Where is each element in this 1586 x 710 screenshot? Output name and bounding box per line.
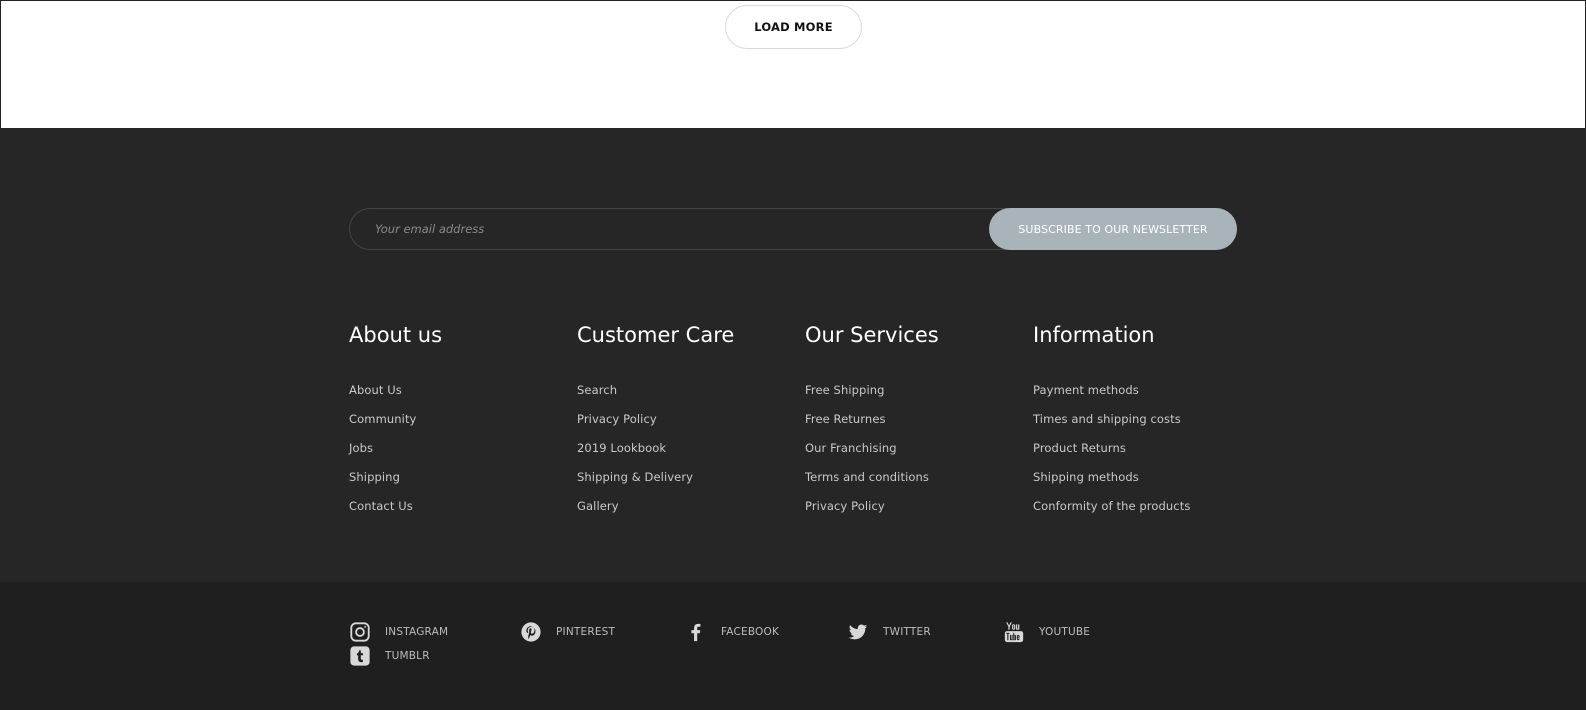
social-link-tumblr[interactable]: TUMBLR <box>349 644 430 668</box>
list-item: Shipping <box>349 468 569 497</box>
social-label: PINTEREST <box>556 626 616 638</box>
social-link-youtube[interactable]: YOUTUBE <box>1003 620 1090 644</box>
list-item: Terms and conditions <box>805 468 1025 497</box>
footer: SUBSCRIBE TO OUR NEWSLETTER About us Abo… <box>0 128 1586 582</box>
footer-link-privacy-policy-2[interactable]: Privacy Policy <box>805 499 885 513</box>
social-link-pinterest[interactable]: PINTEREST <box>520 620 615 644</box>
social-label: YOUTUBE <box>1039 626 1091 638</box>
facebook-icon <box>685 621 707 643</box>
footer-link-search[interactable]: Search <box>577 383 617 397</box>
list-item: Payment methods <box>1033 381 1253 410</box>
footer-link-jobs[interactable]: Jobs <box>349 441 373 455</box>
list-item: About Us <box>349 381 569 410</box>
youtube-icon <box>1003 621 1025 643</box>
load-more-button[interactable]: LOAD MORE <box>725 5 862 49</box>
footer-link-free-returns[interactable]: Free Returnes <box>805 412 886 426</box>
list-item: Contact Us <box>349 497 569 526</box>
email-input[interactable] <box>350 209 990 249</box>
list-item: Privacy Policy <box>577 410 797 439</box>
link-list: Free Shipping Free Returnes Our Franchis… <box>805 381 1025 526</box>
footer-link-free-shipping[interactable]: Free Shipping <box>805 383 885 397</box>
footer-link-product-returns[interactable]: Product Returns <box>1033 441 1126 455</box>
footer-column-customer-care: Customer Care Search Privacy Policy 2019… <box>577 319 797 526</box>
list-item: Our Franchising <box>805 439 1025 468</box>
column-title: Information <box>1033 323 1155 347</box>
footer-link-shipping-delivery[interactable]: Shipping & Delivery <box>577 470 693 484</box>
list-item: Jobs <box>349 439 569 468</box>
list-item: Privacy Policy <box>805 497 1025 526</box>
footer-column-about: About us About Us Community Jobs Shippin… <box>349 319 569 526</box>
link-list: Search Privacy Policy 2019 Lookbook Ship… <box>577 381 797 526</box>
content-area: LOAD MORE <box>0 0 1586 128</box>
social-label: TWITTER <box>883 626 931 638</box>
instagram-icon <box>349 621 371 643</box>
twitter-icon <box>847 621 869 643</box>
column-title: Our Services <box>805 323 939 347</box>
footer-link-payment-methods[interactable]: Payment methods <box>1033 383 1139 397</box>
social-link-instagram[interactable]: INSTAGRAM <box>349 620 448 644</box>
footer-link-about-us[interactable]: About Us <box>349 383 402 397</box>
footer-link-privacy-policy[interactable]: Privacy Policy <box>577 412 657 426</box>
tumblr-icon <box>349 645 371 667</box>
list-item: Conformity of the products <box>1033 497 1253 526</box>
footer-column-information: Information Payment methods Times and sh… <box>1033 319 1253 526</box>
social-link-twitter[interactable]: TWITTER <box>847 620 931 644</box>
list-item: Product Returns <box>1033 439 1253 468</box>
list-item: Free Returnes <box>805 410 1025 439</box>
list-item: Shipping & Delivery <box>577 468 797 497</box>
pinterest-icon <box>520 621 542 643</box>
column-title: About us <box>349 323 443 347</box>
link-list: Payment methods Times and shipping costs… <box>1033 381 1253 526</box>
footer-column-our-services: Our Services Free Shipping Free Returnes… <box>805 319 1025 526</box>
social-link-facebook[interactable]: FACEBOOK <box>685 620 779 644</box>
social-label: TUMBLR <box>385 650 430 662</box>
list-item: Free Shipping <box>805 381 1025 410</box>
footer-link-terms[interactable]: Terms and conditions <box>805 470 929 484</box>
footer-link-gallery[interactable]: Gallery <box>577 499 619 513</box>
list-item: Search <box>577 381 797 410</box>
social-label: FACEBOOK <box>721 626 780 638</box>
column-title: Customer Care <box>577 323 735 347</box>
social-bar: INSTAGRAM PINTEREST FACEBOOK TWITTER YOU… <box>0 582 1586 710</box>
footer-link-shipping[interactable]: Shipping <box>349 470 400 484</box>
subscribe-button[interactable]: SUBSCRIBE TO OUR NEWSLETTER <box>989 208 1237 250</box>
link-list: About Us Community Jobs Shipping Contact… <box>349 381 569 526</box>
newsletter-form: SUBSCRIBE TO OUR NEWSLETTER <box>349 208 1237 250</box>
list-item: Community <box>349 410 569 439</box>
footer-link-shipping-costs[interactable]: Times and shipping costs <box>1033 412 1181 426</box>
footer-link-lookbook[interactable]: 2019 Lookbook <box>577 441 666 455</box>
footer-link-shipping-methods[interactable]: Shipping methods <box>1033 470 1139 484</box>
list-item: Gallery <box>577 497 797 526</box>
footer-link-contact-us[interactable]: Contact Us <box>349 499 413 513</box>
footer-link-community[interactable]: Community <box>349 412 416 426</box>
social-label: INSTAGRAM <box>385 626 449 638</box>
list-item: Shipping methods <box>1033 468 1253 497</box>
list-item: Times and shipping costs <box>1033 410 1253 439</box>
footer-link-franchising[interactable]: Our Franchising <box>805 441 897 455</box>
list-item: 2019 Lookbook <box>577 439 797 468</box>
footer-link-conformity[interactable]: Conformity of the products <box>1033 499 1190 513</box>
